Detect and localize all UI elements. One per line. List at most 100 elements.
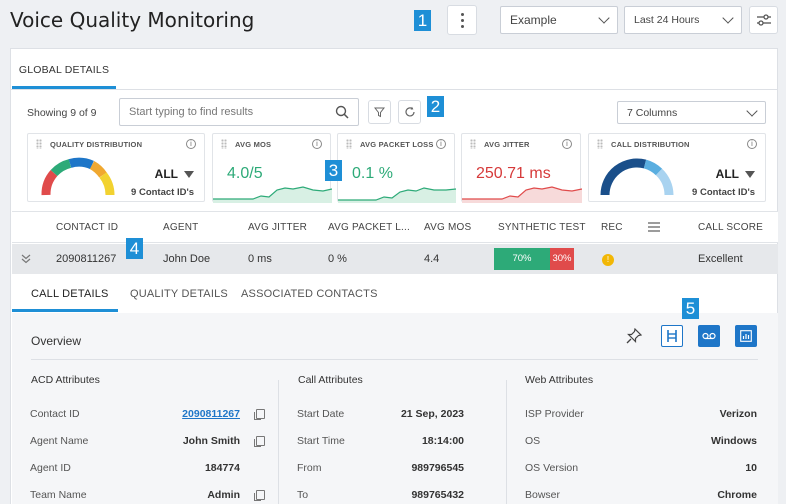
packet-loss-sparkline — [338, 187, 456, 203]
kpi-title: AVG JITTER — [484, 140, 530, 149]
search-placeholder: Start typing to find results — [129, 106, 254, 118]
refresh-button[interactable] — [398, 100, 421, 124]
overview-divider — [31, 359, 758, 360]
report-button[interactable] — [735, 325, 757, 347]
quality-filter-value: ALL — [154, 167, 178, 181]
drag-handle-icon[interactable] — [597, 139, 603, 149]
attr-label: Agent Name — [30, 435, 89, 447]
call-attributes-title: Call Attributes — [298, 374, 363, 386]
view-select[interactable]: Example — [500, 6, 618, 34]
filter-settings-button[interactable] — [749, 6, 778, 34]
subtab-associated-contacts[interactable]: ASSOCIATED CONTACTS — [241, 288, 378, 300]
cell-agent: John Doe — [163, 253, 211, 265]
kpi-avg-mos[interactable]: AVG MOS i 4.0/5 — [212, 133, 332, 203]
cell-contact-id: 2090811267 — [56, 253, 117, 265]
info-icon[interactable]: i — [312, 139, 322, 149]
attr-label: Bowser — [525, 489, 561, 501]
timeline-icon — [667, 330, 677, 342]
column-header-avg-mos[interactable]: AVG MOS — [424, 222, 471, 233]
more-options-button[interactable] — [447, 5, 477, 35]
cell-avg-jitter: 0 ms — [248, 253, 272, 265]
column-header-contact-id[interactable]: CONTACT ID — [56, 222, 118, 233]
pin-icon[interactable] — [626, 328, 642, 344]
attr-label: Start Time — [297, 435, 345, 447]
column-header-avg-jitter[interactable]: AVG JITTER — [248, 222, 307, 233]
kpi-avg-jitter[interactable]: AVG JITTER i 250.71 ms — [461, 133, 582, 203]
kpi-title: QUALITY DISTRIBUTION — [50, 140, 143, 149]
columns-select[interactable]: 7 Columns — [617, 101, 766, 124]
column-header-call-score[interactable]: CALL SCORE — [698, 222, 763, 233]
kpi-avg-packet-loss[interactable]: AVG PACKET LOSS i 0.1 % — [337, 133, 456, 203]
cell-avg-mos: 4.4 — [424, 253, 440, 265]
synthetic-test-bar: 70% 30% — [494, 248, 574, 270]
voicemail-icon — [702, 332, 716, 340]
web-attributes-title: Web Attributes — [525, 374, 594, 386]
drag-handle-icon[interactable] — [346, 139, 352, 149]
view-select-value: Example — [510, 13, 557, 27]
search-icon[interactable] — [335, 105, 349, 119]
subtab-quality-details[interactable]: QUALITY DETAILS — [130, 288, 228, 300]
cell-avg-packet-loss: 0 % — [328, 253, 347, 265]
sliders-icon — [756, 14, 771, 26]
column-header-rec[interactable]: REC — [601, 222, 623, 233]
call-distribution-filter-dropdown[interactable]: ALL — [716, 167, 755, 181]
more-dot-icon — [460, 12, 464, 16]
info-icon[interactable]: i — [562, 139, 572, 149]
attr-value: 10 — [745, 462, 757, 474]
attr-value: John Smith — [182, 435, 240, 447]
attr-label: Agent ID — [30, 462, 71, 474]
acd-attributes-title: ACD Attributes — [31, 374, 100, 386]
contact-id-link[interactable]: 2090811267 — [182, 408, 240, 420]
attr-label: Start Date — [297, 408, 345, 420]
callout-badge-5: 5 — [682, 298, 699, 319]
search-input[interactable]: Start typing to find results — [119, 98, 359, 126]
active-subtab-indicator — [12, 309, 118, 312]
chevron-down-icon — [722, 12, 734, 24]
info-icon[interactable]: i — [747, 139, 757, 149]
refresh-icon — [404, 106, 415, 117]
call-timeline-button[interactable] — [661, 325, 683, 347]
callout-badge-1: 1 — [414, 10, 431, 31]
quality-gauge — [41, 157, 115, 196]
column-divider — [506, 380, 507, 504]
voicemail-button[interactable] — [698, 325, 720, 347]
results-count: Showing 9 of 9 — [27, 107, 97, 119]
attr-label: Contact ID — [30, 408, 80, 420]
kpi-quality-distribution[interactable]: QUALITY DISTRIBUTION i ALL 9 Contact ID'… — [27, 133, 205, 202]
copy-icon[interactable] — [254, 436, 265, 447]
column-header-avg-packet-loss[interactable]: AVG PACKET L... — [328, 222, 410, 233]
attr-label: From — [297, 462, 322, 474]
contact-id-count: 9 Contact ID's — [131, 187, 194, 198]
funnel-icon — [374, 107, 385, 117]
subtab-call-details[interactable]: CALL DETAILS — [31, 288, 109, 300]
callout-badge-4: 4 — [126, 238, 143, 259]
mos-sparkline — [213, 186, 332, 203]
info-icon[interactable]: i — [186, 139, 196, 149]
drag-handle-icon[interactable] — [470, 139, 476, 149]
kpi-title: CALL DISTRIBUTION — [611, 140, 690, 149]
column-header-agent[interactable]: AGENT — [163, 222, 198, 233]
kpi-title: AVG PACKET LOSS — [360, 140, 434, 149]
copy-icon[interactable] — [254, 409, 265, 420]
tab-divider — [11, 89, 777, 90]
double-chevron-down-icon[interactable] — [21, 254, 31, 264]
tab-global-details[interactable]: GLOBAL DETAILS — [12, 50, 116, 90]
attr-label: To — [297, 489, 309, 501]
kpi-title: AVG MOS — [235, 140, 272, 149]
drag-handle-icon[interactable] — [221, 139, 227, 149]
column-header-synthetic-test[interactable]: SYNTHETIC TEST — [498, 222, 586, 233]
filter-button[interactable] — [368, 100, 391, 124]
drag-handle-icon[interactable] — [36, 139, 42, 149]
attr-value: Chrome — [717, 489, 757, 501]
more-dot-icon — [460, 24, 464, 28]
columns-select-value: 7 Columns — [627, 106, 678, 119]
recording-icon[interactable]: ! — [602, 254, 614, 266]
info-icon[interactable]: i — [436, 139, 446, 149]
time-range-select[interactable]: Last 24 Hours — [624, 6, 742, 34]
copy-icon[interactable] — [254, 490, 265, 501]
column-divider — [278, 380, 279, 504]
quality-filter-dropdown[interactable]: ALL — [155, 167, 194, 181]
triangle-down-icon — [745, 171, 755, 179]
kpi-call-distribution[interactable]: CALL DISTRIBUTION i ALL 9 Contact ID's — [588, 133, 766, 202]
column-menu-icon[interactable] — [648, 222, 660, 232]
